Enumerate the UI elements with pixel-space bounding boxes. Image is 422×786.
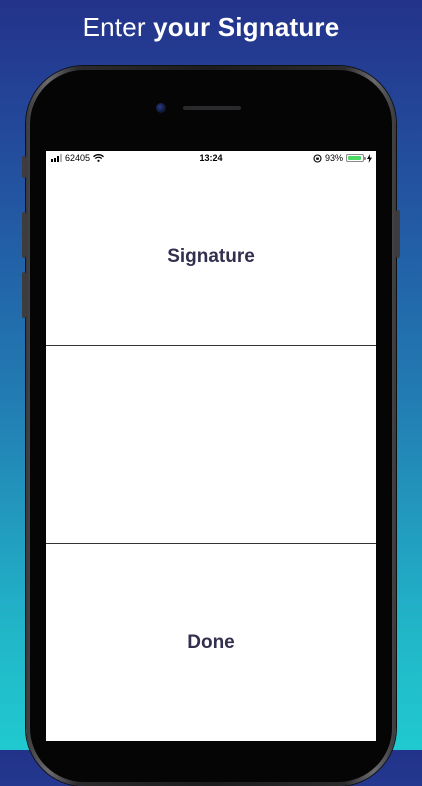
battery-fill: [348, 156, 361, 160]
power-button: [396, 210, 400, 258]
status-bar-right: 93%: [313, 153, 372, 163]
promo-headline: Enter your Signature: [0, 12, 422, 43]
volume-down-button: [22, 272, 26, 318]
battery-icon: [346, 154, 366, 162]
volume-up-button: [22, 212, 26, 258]
mute-switch: [22, 156, 26, 178]
charging-bolt-icon: [367, 153, 372, 163]
signature-heading: Signature: [167, 246, 255, 267]
front-camera: [156, 103, 166, 113]
promo-headline-bold: your Signature: [153, 12, 340, 42]
app-screen: 62405 13:24 93% Signature Done: [46, 151, 376, 741]
battery-percent: 93%: [324, 153, 343, 163]
done-button[interactable]: Done: [46, 544, 376, 741]
promo-headline-light: Enter: [82, 12, 154, 42]
status-bar: 62405 13:24 93%: [46, 151, 376, 167]
orientation-lock-icon: [313, 153, 322, 163]
earpiece-speaker: [183, 106, 241, 110]
signature-pad[interactable]: [46, 345, 376, 544]
